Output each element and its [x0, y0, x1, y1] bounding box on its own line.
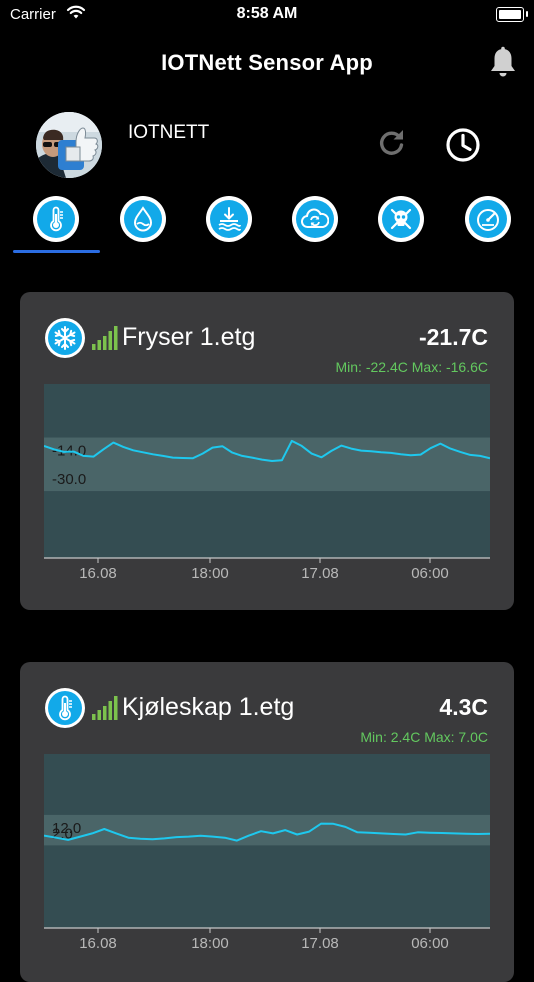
- chart-x-tick-label: 16.08: [79, 935, 117, 952]
- chart-x-tick-label: 17.08: [301, 565, 339, 582]
- status-time: 8:58 AM: [236, 5, 298, 22]
- chart-threshold-label: -30.0: [52, 471, 86, 488]
- refresh-icon[interactable]: [376, 126, 408, 163]
- tab-pressure[interactable]: [445, 196, 531, 252]
- chart-threshold-band: [44, 814, 490, 846]
- page-title: IOTNett Sensor App: [161, 50, 373, 75]
- chart-x-tick-label: 06:00: [411, 565, 449, 582]
- water-level-icon: [210, 200, 248, 238]
- signal-strength-icon: [92, 326, 118, 355]
- username: IOTNETT: [128, 122, 210, 143]
- tab-selected-indicator: [13, 250, 100, 253]
- battery-icon: [496, 7, 528, 22]
- sensor-value: 4.3C: [439, 694, 488, 720]
- chart-x-tick-label: 17.08: [301, 935, 339, 952]
- clock-icon[interactable]: [444, 126, 482, 169]
- status-bar: Carrier 8:58 AM: [0, 0, 534, 30]
- tab-humidity[interactable]: [100, 196, 186, 252]
- tab-toxic-gas[interactable]: [358, 196, 444, 252]
- sensor-name: Fryser 1.etg: [122, 323, 256, 351]
- sensor-card[interactable]: Kjøleskap 1.etg 4.3C Min: 2.4C Max: 7.0C…: [20, 662, 514, 982]
- temperature-chart: 12.02.016.08 18:00 17.08 06:00: [44, 754, 490, 952]
- tab-water-level[interactable]: [186, 196, 272, 252]
- skull-crossbones-icon: [382, 200, 420, 238]
- thermometer-icon: [48, 691, 82, 725]
- sensor-card[interactable]: Fryser 1.etg -21.7C Min: -22.4C Max: -16…: [20, 292, 514, 610]
- tab-temperature[interactable]: [13, 196, 99, 252]
- signal-strength-icon: [92, 696, 118, 725]
- cloud-sync-icon: [296, 200, 334, 238]
- tab-cloud-sync[interactable]: [272, 196, 358, 252]
- temperature-chart: -14.0-30.016.08 18:00 17.08 06:00: [44, 384, 490, 582]
- gauge-icon: [469, 200, 507, 238]
- sensor-type-tabs: [0, 196, 534, 256]
- sensor-value: -21.7C: [418, 324, 488, 350]
- snowflake-icon: [48, 321, 82, 355]
- chart-x-tick-label: 16.08: [79, 565, 117, 582]
- sensor-minmax: Min: -22.4C Max: -16.6C: [335, 359, 489, 375]
- sensor-name: Kjøleskap 1.etg: [122, 693, 295, 721]
- chart-x-tick-label: 06:00: [411, 935, 449, 952]
- humidity-drop-icon: [124, 200, 162, 238]
- sensor-minmax: Min: 2.4C Max: 7.0C: [360, 729, 488, 745]
- chart-threshold-band: [44, 437, 490, 492]
- bell-icon[interactable]: [488, 46, 518, 85]
- chart-x-tick-label: 18:00: [191, 935, 229, 952]
- avatar[interactable]: [36, 112, 102, 178]
- chart-x-tick-label: 18:00: [191, 565, 229, 582]
- thermometer-icon: [37, 200, 75, 238]
